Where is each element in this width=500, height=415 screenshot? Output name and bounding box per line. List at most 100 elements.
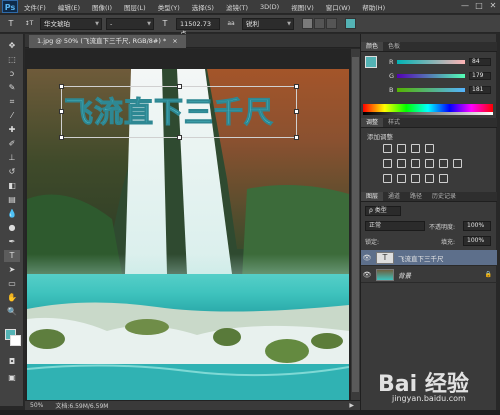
invert-icon[interactable] bbox=[383, 174, 392, 183]
selective-color-icon[interactable] bbox=[439, 174, 448, 183]
tab-adjustments[interactable]: 调整 bbox=[361, 118, 384, 127]
color-spectrum[interactable] bbox=[363, 104, 493, 112]
transform-handle[interactable] bbox=[294, 109, 299, 114]
text-color-swatch[interactable] bbox=[345, 18, 356, 29]
grayscale-ramp[interactable] bbox=[363, 112, 493, 115]
scrollbar-thumb[interactable] bbox=[352, 57, 359, 392]
vibrance-icon[interactable] bbox=[383, 159, 392, 168]
rectangle-tool-icon[interactable]: ▭ bbox=[4, 278, 20, 290]
font-size-select[interactable]: 11502.73 点 bbox=[176, 17, 220, 38]
align-right-button[interactable] bbox=[326, 18, 337, 29]
layer-name[interactable]: 背景 bbox=[398, 270, 411, 280]
menu-help[interactable]: 帮助(H) bbox=[356, 2, 391, 12]
menu-type[interactable]: 类型(Y) bbox=[152, 2, 186, 12]
pen-tool-icon[interactable]: ✒ bbox=[4, 236, 20, 248]
tab-channels[interactable]: 通道 bbox=[383, 192, 405, 201]
background-color-swatch[interactable] bbox=[10, 335, 21, 346]
menu-image[interactable]: 图像(I) bbox=[86, 2, 118, 12]
tab-layers[interactable]: 图层 bbox=[361, 192, 384, 201]
hue-saturation-icon[interactable] bbox=[397, 159, 406, 168]
align-center-button[interactable] bbox=[314, 18, 325, 29]
font-family-select[interactable]: 华文琥珀 ▼ bbox=[40, 17, 102, 30]
transform-handle[interactable] bbox=[294, 84, 299, 89]
align-left-button[interactable] bbox=[302, 18, 313, 29]
color-balance-icon[interactable] bbox=[411, 159, 420, 168]
menu-file[interactable]: 文件(F) bbox=[18, 2, 52, 12]
document-tab[interactable]: 1.jpg @ 50% (飞流直下三千尺, RGB/8#) * × bbox=[29, 35, 186, 48]
green-slider[interactable] bbox=[397, 74, 465, 78]
layer-name[interactable]: 飞流直下三千尺 bbox=[398, 253, 444, 263]
menu-edit[interactable]: 编辑(E) bbox=[52, 2, 86, 12]
menu-layer[interactable]: 图层(L) bbox=[118, 2, 152, 12]
gradient-tool-icon[interactable]: ▤ bbox=[4, 194, 20, 206]
zoom-level[interactable]: 50% bbox=[30, 402, 43, 409]
black-white-icon[interactable] bbox=[425, 159, 434, 168]
zoom-tool-icon[interactable]: 🔍 bbox=[4, 306, 20, 318]
antialias-select[interactable]: 锐利 ▼ bbox=[242, 17, 294, 30]
hand-tool-icon[interactable]: ✋ bbox=[4, 292, 20, 304]
clone-stamp-tool-icon[interactable]: ⊥ bbox=[4, 152, 20, 164]
red-value-input[interactable]: 84 bbox=[469, 58, 491, 66]
blue-value-input[interactable]: 181 bbox=[469, 86, 491, 94]
font-style-select[interactable]: - ▼ bbox=[106, 17, 154, 30]
tab-styles[interactable]: 样式 bbox=[383, 118, 405, 127]
threshold-icon[interactable] bbox=[411, 174, 420, 183]
opacity-input[interactable]: 100% bbox=[463, 221, 491, 231]
canvas-vertical-scrollbar[interactable] bbox=[351, 49, 360, 400]
tab-history[interactable]: 历史记录 bbox=[427, 192, 461, 201]
marquee-tool-icon[interactable]: ⬚ bbox=[4, 54, 20, 66]
quick-mask-icon[interactable]: ◘ bbox=[4, 356, 20, 368]
transform-handle[interactable] bbox=[177, 135, 182, 140]
menu-view[interactable]: 视图(V) bbox=[285, 2, 320, 12]
close-tab-icon[interactable]: × bbox=[172, 37, 177, 45]
toggle-orientation-icon[interactable]: ↕T bbox=[22, 20, 36, 27]
eye-icon[interactable]: 👁 bbox=[361, 271, 373, 279]
exposure-icon[interactable] bbox=[425, 144, 434, 153]
blur-tool-icon[interactable]: 💧 bbox=[4, 208, 20, 220]
menu-window[interactable]: 窗口(W) bbox=[320, 2, 357, 12]
posterize-icon[interactable] bbox=[397, 174, 406, 183]
move-tool-icon[interactable]: ✥ bbox=[4, 40, 20, 52]
brush-tool-icon[interactable]: ✐ bbox=[4, 138, 20, 150]
fill-input[interactable]: 100% bbox=[463, 236, 491, 246]
transform-handle[interactable] bbox=[294, 135, 299, 140]
blend-mode-select[interactable]: 正常 bbox=[365, 221, 425, 231]
levels-icon[interactable] bbox=[397, 144, 406, 153]
brightness-contrast-icon[interactable] bbox=[383, 144, 392, 153]
curves-icon[interactable] bbox=[411, 144, 420, 153]
transform-bounding-box[interactable] bbox=[59, 84, 299, 140]
tab-paths[interactable]: 路径 bbox=[405, 192, 427, 201]
dodge-tool-icon[interactable]: ● bbox=[4, 222, 20, 234]
lasso-tool-icon[interactable]: ↄ bbox=[4, 68, 20, 80]
eye-icon[interactable]: 👁 bbox=[361, 254, 373, 262]
maximize-button[interactable]: □ bbox=[472, 0, 486, 13]
type-tool-icon[interactable]: T bbox=[4, 250, 20, 262]
red-slider[interactable] bbox=[397, 60, 465, 64]
eyedropper-tool-icon[interactable]: ⁄ bbox=[4, 110, 20, 122]
quick-select-tool-icon[interactable]: ✎ bbox=[4, 82, 20, 94]
crop-tool-icon[interactable]: ⌗ bbox=[4, 96, 20, 108]
blue-slider[interactable] bbox=[397, 88, 465, 92]
layer-filter-select[interactable]: ρ 类型 bbox=[365, 206, 401, 216]
layer-row-text[interactable]: 👁 T 飞流直下三千尺 bbox=[361, 250, 497, 266]
tab-swatches[interactable]: 色板 bbox=[383, 42, 405, 51]
channel-mixer-icon[interactable] bbox=[453, 159, 462, 168]
transform-handle[interactable] bbox=[59, 109, 64, 114]
foreground-color-swatch[interactable] bbox=[365, 56, 377, 68]
green-value-input[interactable]: 179 bbox=[469, 72, 491, 80]
photo-filter-icon[interactable] bbox=[439, 159, 448, 168]
menu-3d[interactable]: 3D(D) bbox=[254, 3, 285, 11]
healing-brush-tool-icon[interactable]: ✚ bbox=[4, 124, 20, 136]
document-size[interactable]: 文档:6.59M/6.59M bbox=[55, 401, 108, 410]
transform-handle[interactable] bbox=[59, 135, 64, 140]
menu-select[interactable]: 选择(S) bbox=[186, 2, 220, 12]
tab-color[interactable]: 颜色 bbox=[361, 42, 384, 51]
transform-handle[interactable] bbox=[177, 84, 182, 89]
status-arrow-icon[interactable]: ▶ bbox=[349, 402, 354, 409]
minimize-button[interactable]: — bbox=[458, 0, 472, 13]
history-brush-tool-icon[interactable]: ↺ bbox=[4, 166, 20, 178]
screen-mode-icon[interactable]: ▣ bbox=[4, 372, 20, 384]
path-selection-tool-icon[interactable]: ➤ bbox=[4, 264, 20, 276]
layer-row-background[interactable]: 👁 背景 🔒 bbox=[361, 267, 497, 283]
close-button[interactable]: ✕ bbox=[486, 0, 500, 13]
